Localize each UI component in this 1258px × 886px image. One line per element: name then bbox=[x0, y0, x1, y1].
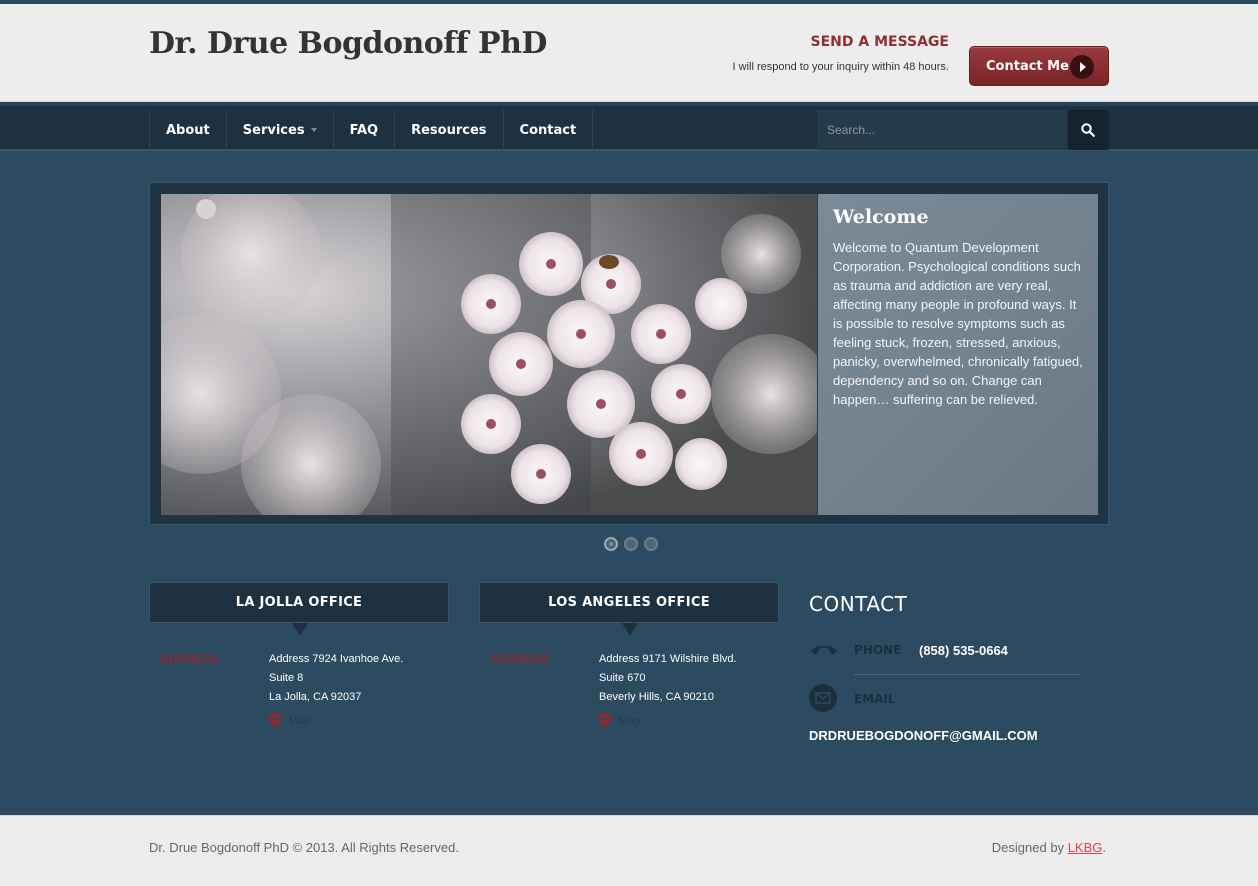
map-link[interactable]: Map bbox=[599, 713, 640, 728]
search-icon bbox=[1081, 123, 1095, 137]
nav-label: Contact bbox=[519, 122, 577, 138]
phone-icon bbox=[811, 645, 837, 655]
slide-title: Welcome bbox=[833, 206, 929, 228]
nav-menu: About Services FAQ Resources Contact bbox=[149, 110, 594, 150]
address-lines: Address 9171 Wilshire Blvd. Suite 670 Be… bbox=[599, 650, 737, 707]
slide-text: Welcome to Quantum Development Corporati… bbox=[833, 240, 1083, 407]
divider bbox=[854, 674, 1080, 675]
contact-title: CONTACT bbox=[809, 592, 908, 616]
nav-item-services[interactable]: Services bbox=[227, 110, 334, 150]
nav-label: FAQ bbox=[349, 122, 379, 138]
email-label: EMAIL bbox=[854, 692, 896, 706]
site-footer: Dr. Drue Bogdonoff PhD © 2013. All Right… bbox=[0, 815, 1258, 886]
address-label: ADDRESS bbox=[160, 652, 219, 666]
hero-slider: Welcome Welcome to Quantum Development C… bbox=[149, 182, 1109, 525]
nav-label: About bbox=[166, 122, 210, 138]
nav-label: Resources bbox=[411, 122, 487, 138]
site-title[interactable]: Dr. Drue Bogdonoff PhD bbox=[149, 26, 547, 61]
search-box bbox=[817, 110, 1109, 150]
slider-pagination bbox=[604, 537, 658, 551]
office-la-jolla: LA JOLLA OFFICE ADDRESS Address 7924 Iva… bbox=[149, 582, 449, 728]
office-title: LOS ANGELES OFFICE bbox=[479, 582, 779, 636]
address-line: Address 7924 Ivanhoe Ave. bbox=[269, 653, 404, 665]
address-line: Address 9171 Wilshire Blvd. bbox=[599, 653, 737, 665]
map-link[interactable]: Map bbox=[269, 713, 310, 728]
email-address[interactable]: DRDRUEBOGDONOFF@GMAIL.COM bbox=[809, 728, 1038, 743]
respond-note: I will respond to your inquiry within 48… bbox=[732, 61, 949, 73]
slider-dot-1[interactable] bbox=[604, 537, 618, 551]
slider-dot-3[interactable] bbox=[644, 537, 658, 551]
arrow-right-icon bbox=[1070, 55, 1094, 79]
search-button[interactable] bbox=[1068, 110, 1109, 150]
office-title: LA JOLLA OFFICE bbox=[149, 582, 449, 636]
map-pin-icon bbox=[269, 713, 281, 728]
site-header: Dr. Drue Bogdonoff PhD SEND A MESSAGE I … bbox=[0, 4, 1258, 102]
address-line: Suite 670 bbox=[599, 672, 646, 684]
nav-item-resources[interactable]: Resources bbox=[395, 110, 504, 150]
search-input[interactable] bbox=[817, 110, 1067, 150]
address-line: La Jolla, CA 92037 bbox=[269, 691, 362, 703]
designer-link[interactable]: LKBG bbox=[1068, 840, 1103, 855]
copyright-text: Dr. Drue Bogdonoff PhD © 2013. All Right… bbox=[149, 840, 459, 855]
nav-item-about[interactable]: About bbox=[150, 110, 227, 150]
designed-by: Designed by LKBG. bbox=[992, 840, 1106, 855]
main-nav: About Services FAQ Resources Contact bbox=[0, 103, 1258, 151]
designed-by-text: Designed by bbox=[991, 840, 1065, 855]
nav-item-contact[interactable]: Contact bbox=[504, 110, 594, 150]
address-label: ADDRESS bbox=[490, 652, 549, 666]
map-pin-icon bbox=[599, 713, 611, 728]
nav-label: Services bbox=[242, 122, 305, 138]
send-message-heading: SEND A MESSAGE bbox=[810, 34, 950, 50]
map-label: Map bbox=[619, 714, 641, 727]
address-line: Beverly Hills, CA 90210 bbox=[599, 691, 714, 703]
contact-me-label: Contact Me bbox=[986, 59, 1069, 74]
address-line: Suite 8 bbox=[269, 672, 304, 684]
slide-caption: Welcome Welcome to Quantum Development C… bbox=[817, 194, 1098, 515]
slider-dot-2[interactable] bbox=[624, 537, 638, 551]
address-lines: Address 7924 Ivanhoe Ave. Suite 8 La Jol… bbox=[269, 650, 403, 707]
office-los-angeles: LOS ANGELES OFFICE ADDRESS Address 9171 … bbox=[479, 582, 779, 728]
period: . bbox=[1102, 840, 1106, 855]
cherry-blossom-image bbox=[161, 194, 817, 515]
email-icon bbox=[809, 684, 837, 712]
map-label: Map bbox=[289, 714, 311, 727]
nav-item-faq[interactable]: FAQ bbox=[334, 110, 396, 150]
phone-number[interactable]: (858) 535-0664 bbox=[919, 643, 1008, 658]
chevron-down-icon bbox=[310, 128, 317, 132]
contact-me-button[interactable]: Contact Me bbox=[969, 46, 1109, 86]
phone-label: PHONE bbox=[854, 643, 902, 657]
